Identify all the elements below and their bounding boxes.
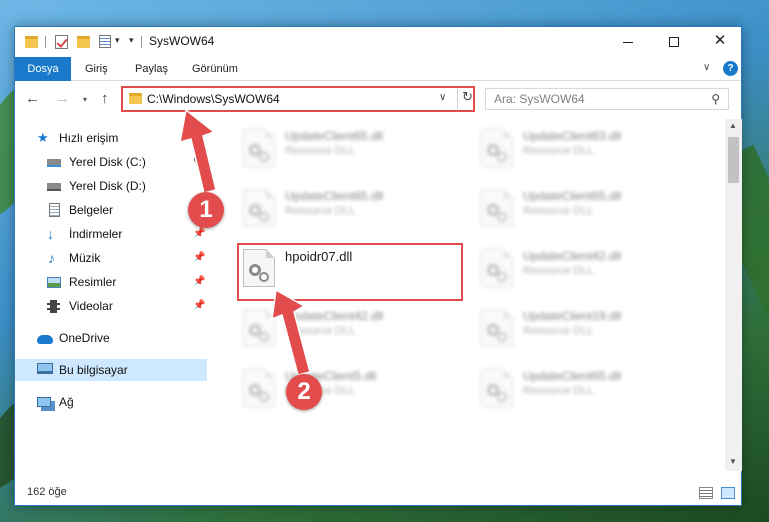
- file-list: UpdateClient65.dll Resource DLL UpdateCl…: [215, 119, 725, 471]
- sidebar-item-local-disk-c[interactable]: Yerel Disk (C:) ⚲: [15, 151, 207, 173]
- dll-file-icon: [481, 189, 513, 227]
- status-bar: 162 öğe: [15, 481, 741, 505]
- address-dropdown-icon[interactable]: ∨: [439, 92, 446, 103]
- navigation-pane: ★ Hızlı erişim Yerel Disk (C:) ⚲ Yerel D…: [15, 119, 207, 471]
- tab-home[interactable]: Giriş: [85, 57, 108, 81]
- dll-file-icon: [481, 129, 513, 167]
- scroll-thumb[interactable]: [728, 137, 739, 183]
- sidebar-item-downloads[interactable]: ↓ İndirmeler 📌: [15, 223, 207, 245]
- sidebar-item-this-pc[interactable]: Bu bilgisayar: [15, 359, 207, 381]
- address-path[interactable]: C:\Windows\SysWOW64: [147, 92, 280, 106]
- download-icon: ↓: [47, 226, 54, 242]
- drive-icon: [47, 159, 61, 167]
- customize-toolbar-icon[interactable]: ▾: [129, 35, 134, 51]
- minimize-icon: [623, 42, 633, 43]
- recent-locations-icon[interactable]: ▾: [83, 95, 87, 104]
- title-bar: ▾ ▾ SysWOW64 ✕: [15, 27, 741, 57]
- window-title: SysWOW64: [149, 34, 215, 48]
- search-icon[interactable]: ⚲: [711, 92, 720, 106]
- dll-file-icon: [481, 249, 513, 287]
- properties-check-icon[interactable]: [55, 35, 68, 49]
- minimize-button[interactable]: [605, 27, 651, 57]
- navigation-bar: ← → ▾ ↑ C:\Windows\SysWOW64 ∨ ↻ ⚲: [15, 81, 741, 117]
- list-item[interactable]: UpdateClient65.dll Resource DLL: [237, 125, 457, 175]
- sidebar-item-music[interactable]: ♪ Müzik 📌: [15, 247, 207, 269]
- large-icons-view-icon[interactable]: [721, 487, 735, 499]
- search-input[interactable]: [494, 90, 694, 108]
- maximize-icon: [669, 37, 679, 47]
- pin-icon[interactable]: 📌: [193, 295, 205, 317]
- toolbar-divider: [141, 36, 142, 48]
- forward-button[interactable]: →: [55, 90, 70, 107]
- rename-icon[interactable]: [99, 35, 111, 48]
- documents-icon: [49, 203, 60, 217]
- list-item[interactable]: UpdateClient65.dll Resource DLL: [475, 185, 695, 235]
- scroll-up-icon[interactable]: ▲: [729, 121, 737, 130]
- pin-icon[interactable]: ⚲: [193, 151, 200, 173]
- search-box[interactable]: ⚲: [485, 88, 729, 110]
- tab-share[interactable]: Paylaş: [135, 57, 168, 81]
- dll-file-icon: [243, 369, 275, 407]
- network-icon: [37, 397, 51, 407]
- sidebar-item-local-disk-d[interactable]: Yerel Disk (D:): [15, 175, 207, 197]
- list-item[interactable]: UpdateClient63.dll Resource DLL: [475, 125, 695, 175]
- sidebar-item-documents[interactable]: Belgeler: [15, 199, 207, 221]
- dll-file-icon: [481, 369, 513, 407]
- computer-icon: [37, 363, 53, 374]
- expand-ribbon-icon[interactable]: ∨: [703, 62, 710, 73]
- list-item[interactable]: UpdateClient19.dll Resource DLL: [475, 305, 695, 355]
- list-item[interactable]: UpdateClient42.dll Resource DLL: [237, 305, 457, 355]
- tab-view[interactable]: Görünüm: [192, 57, 238, 81]
- pin-icon[interactable]: 📌: [193, 271, 205, 293]
- step-2-badge: 2: [286, 374, 322, 410]
- help-icon[interactable]: ?: [723, 61, 738, 76]
- sidebar-item-network[interactable]: Ağ: [15, 391, 207, 413]
- details-view-icon[interactable]: [699, 487, 713, 499]
- drive-icon: [47, 183, 61, 191]
- highlight-box: [237, 243, 463, 301]
- dll-file-icon: [243, 129, 275, 167]
- sidebar-item-pictures[interactable]: Resimler 📌: [15, 271, 207, 293]
- step-1-badge: 1: [188, 192, 224, 228]
- close-button[interactable]: ✕: [697, 27, 743, 57]
- sidebar-item-videos[interactable]: Videolar 📌: [15, 295, 207, 317]
- list-item[interactable]: UpdateClient65.dll Resource DLL: [475, 365, 695, 415]
- close-icon: ✕: [713, 32, 727, 49]
- scroll-down-icon[interactable]: ▼: [729, 457, 737, 466]
- sidebar-item-quick-access[interactable]: ★ Hızlı erişim: [15, 127, 207, 149]
- ribbon-tabs: Dosya Giriş Paylaş Görünüm ∨ ?: [15, 57, 741, 81]
- up-button[interactable]: ↑: [101, 90, 109, 107]
- new-folder-icon[interactable]: [77, 36, 90, 48]
- dll-file-icon: [243, 189, 275, 227]
- toolbar-divider: [45, 36, 46, 48]
- maximize-button[interactable]: [651, 27, 697, 57]
- list-item[interactable]: UpdateClient5.dll Resource DLL: [237, 365, 457, 415]
- tab-file[interactable]: Dosya: [15, 57, 71, 81]
- dll-file-icon: [481, 309, 513, 347]
- back-button[interactable]: ←: [25, 90, 40, 107]
- video-icon: [47, 300, 60, 313]
- dll-file-icon: [243, 309, 275, 347]
- folder-icon: [25, 36, 38, 48]
- pin-icon[interactable]: 📌: [193, 247, 205, 269]
- cloud-icon: [37, 335, 53, 344]
- vertical-scrollbar[interactable]: ▲ ▼: [725, 119, 742, 471]
- sidebar-item-onedrive[interactable]: OneDrive: [15, 327, 207, 349]
- item-count: 162 öğe: [27, 486, 67, 498]
- list-item[interactable]: UpdateClient42.dll Resource DLL: [475, 245, 695, 295]
- refresh-icon[interactable]: ↻: [457, 89, 473, 109]
- folder-icon: [129, 93, 142, 104]
- list-item[interactable]: UpdateClient65.dll Resource DLL: [237, 185, 457, 235]
- pictures-icon: [47, 277, 61, 288]
- chevron-down-icon[interactable]: ▾: [115, 35, 120, 51]
- address-bar[interactable]: C:\Windows\SysWOW64 ∨ ↻: [121, 86, 475, 112]
- explorer-window: ▾ ▾ SysWOW64 ✕ Dosya Giriş Paylaş Görünü…: [14, 26, 742, 506]
- star-icon: ★: [37, 130, 49, 145]
- music-icon: ♪: [48, 250, 55, 266]
